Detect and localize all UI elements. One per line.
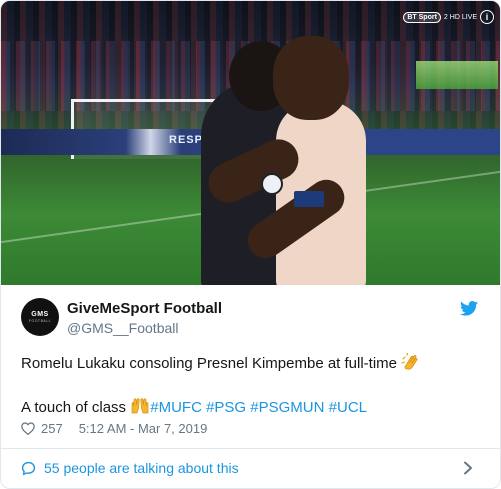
tweet-media-image[interactable]: RESPECT BT Sport 2 HD LIVE i xyxy=(1,1,500,285)
speech-bubble-icon xyxy=(21,461,36,475)
conversation-link[interactable]: 55 people are talking about this xyxy=(21,460,239,476)
tweet-text-line2-content: A touch of class xyxy=(21,399,127,416)
tweet-timestamp[interactable]: 5:12 AM - Mar 7, 2019 xyxy=(79,421,208,436)
author-name[interactable]: GiveMeSport Football xyxy=(67,300,222,317)
twitter-bird-icon[interactable] xyxy=(460,301,478,316)
broadcaster-channel: 2 HD LIVE xyxy=(443,13,477,21)
tweet-text-line1-content: Romelu Lukaku consoling Presnel Kimpembe… xyxy=(21,355,398,372)
tweet-meta: 257 5:12 AM - Mar 7, 2019 xyxy=(21,421,207,436)
avatar-subtext: FOOTBALL xyxy=(28,319,52,323)
broadcaster-logo: BT Sport 2 HD LIVE i xyxy=(403,10,494,24)
author-handle[interactable]: @GMS__Football xyxy=(67,320,178,336)
hashtag-psg[interactable]: #PSG xyxy=(206,399,246,416)
clapping-hands-icon xyxy=(401,353,418,370)
avatar-text: GMS xyxy=(31,311,49,318)
tweet-card: RESPECT BT Sport 2 HD LIVE i GMS FOOTBAL… xyxy=(0,0,501,489)
broadcaster-name: BT Sport xyxy=(403,11,441,23)
player-light-head xyxy=(273,36,349,120)
like-count[interactable]: 257 xyxy=(41,421,63,436)
hashtag-ucl[interactable]: #UCL xyxy=(329,399,367,416)
raising-hands-icon xyxy=(131,398,149,414)
tweet-text-line1: Romelu Lukaku consoling Presnel Kimpembe… xyxy=(21,353,421,372)
ucl-starball-icon xyxy=(261,173,283,195)
chevron-right-icon[interactable] xyxy=(463,461,473,475)
divider xyxy=(1,448,500,449)
conversation-text: 55 people are talking about this xyxy=(44,460,239,476)
avatar[interactable]: GMS FOOTBALL xyxy=(21,298,59,336)
heart-icon[interactable] xyxy=(21,422,35,435)
hashtag-mufc[interactable]: #MUFC xyxy=(150,399,202,416)
hashtag-psgmun[interactable]: #PSGMUN xyxy=(250,399,324,416)
sleeve-badge xyxy=(294,191,324,207)
info-icon[interactable]: i xyxy=(480,10,494,24)
stadium-screen xyxy=(416,61,498,89)
tweet-text-line2: A touch of class #MUFC #PSG #PSGMUN #UCL xyxy=(21,397,367,416)
